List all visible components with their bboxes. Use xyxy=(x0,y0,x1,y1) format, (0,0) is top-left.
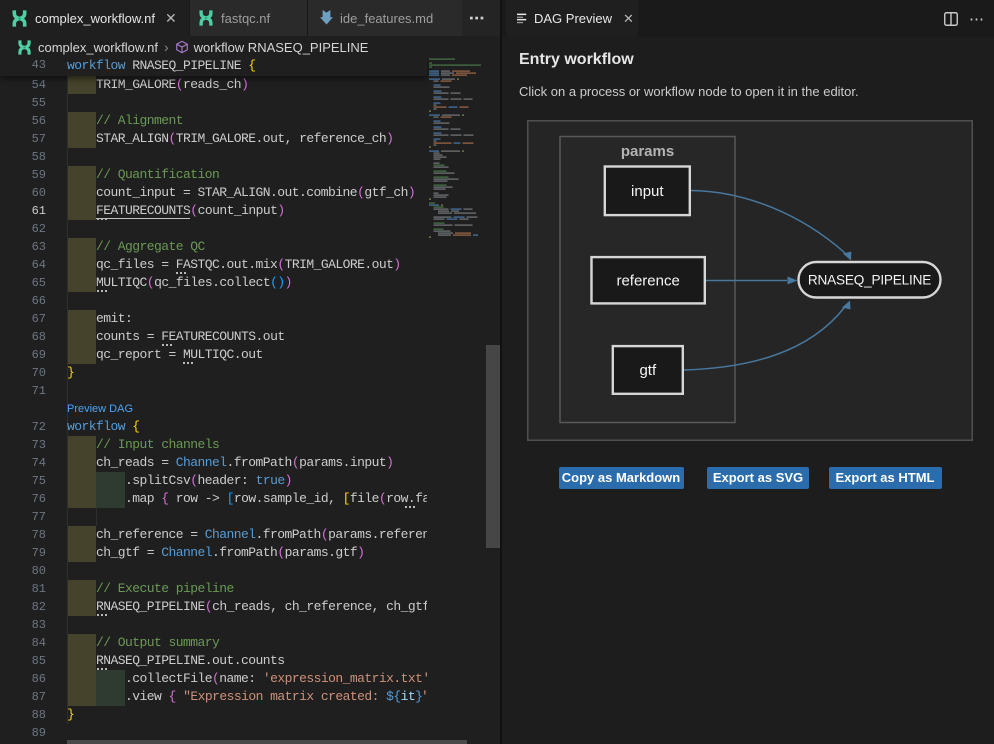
svg-text:gtf: gtf xyxy=(639,361,657,378)
svg-text:RNASEQ_PIPELINE: RNASEQ_PIPELINE xyxy=(807,272,930,287)
svg-text:reference: reference xyxy=(616,272,679,289)
svg-text:input: input xyxy=(631,182,664,199)
svg-text:params: params xyxy=(620,143,673,160)
